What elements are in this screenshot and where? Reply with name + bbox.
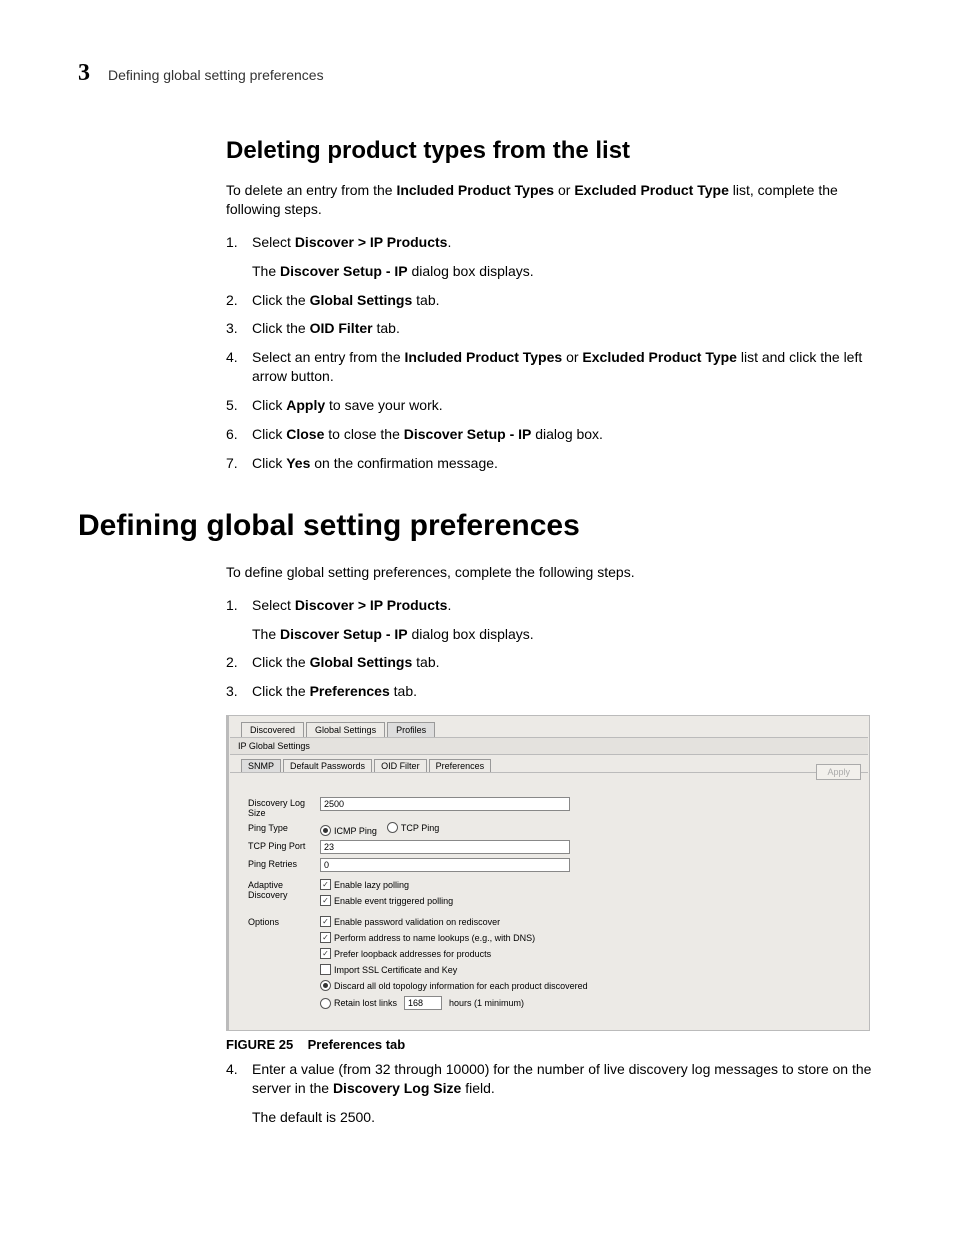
steps-list-continued: 4. Enter a value (from 32 through 10000)… <box>226 1060 876 1127</box>
label-ping-type: Ping Type <box>248 822 320 833</box>
input-retain-hours[interactable]: 168 <box>404 996 442 1010</box>
check-import-ssl[interactable]: Import SSL Certificate and Key <box>320 964 850 975</box>
input-discovery-log-size[interactable]: 2500 <box>320 797 570 811</box>
outer-tab-row: Discovered Global Settings Profiles <box>229 716 869 737</box>
radio-discard-topology[interactable]: Discard all old topology information for… <box>320 980 850 991</box>
input-tcp-ping-port[interactable]: 23 <box>320 840 570 854</box>
steps-list: 1. Select Discover > IP Products. The Di… <box>226 596 876 702</box>
label-options: Options <box>248 916 320 927</box>
check-enable-lazy-polling[interactable]: Enable lazy polling <box>320 879 850 890</box>
input-ping-retries[interactable]: 0 <box>320 858 570 872</box>
intro-paragraph: To define global setting preferences, co… <box>226 563 876 582</box>
label-adaptive-discovery: Adaptive Discovery <box>248 879 320 900</box>
figure-preferences-tab: Discovered Global Settings Profiles IP G… <box>226 715 876 1052</box>
h1-heading: Defining global setting preferences <box>78 509 876 543</box>
apply-button[interactable]: Apply <box>816 764 861 780</box>
section-heading: Deleting product types from the list <box>226 137 876 165</box>
tab-profiles[interactable]: Profiles <box>387 722 435 737</box>
running-header: 3 Defining global setting preferences <box>78 60 876 87</box>
intro-paragraph: To delete an entry from the Included Pro… <box>226 181 876 219</box>
steps-list: 1. Select Discover > IP Products. The Di… <box>226 233 876 473</box>
tab-global-settings[interactable]: Global Settings <box>306 722 385 737</box>
figure-caption: FIGURE 25 Preferences tab <box>226 1037 876 1052</box>
check-prefer-loopback[interactable]: Prefer loopback addresses for products <box>320 948 850 959</box>
radio-tcp-ping[interactable]: TCP Ping <box>387 822 439 833</box>
label-discovery-log-size: Discovery Log Size <box>248 797 320 818</box>
radio-icmp-ping[interactable]: ICMP Ping <box>320 825 377 836</box>
tab-preferences[interactable]: Preferences <box>429 759 492 772</box>
label-tcp-ping-port: TCP Ping Port <box>248 840 320 851</box>
running-header-text: Defining global setting preferences <box>108 67 324 83</box>
check-enable-event-polling[interactable]: Enable event triggered polling <box>320 895 850 906</box>
tab-oid-filter[interactable]: OID Filter <box>374 759 427 772</box>
tab-default-passwords[interactable]: Default Passwords <box>283 759 372 772</box>
check-password-validation[interactable]: Enable password validation on rediscover <box>320 916 850 927</box>
tab-discovered[interactable]: Discovered <box>241 722 304 737</box>
section-label: IP Global Settings <box>230 737 868 755</box>
chapter-number: 3 <box>78 60 90 87</box>
radio-retain-lost-links[interactable]: Retain lost links 168 hours (1 minimum) <box>320 996 850 1010</box>
check-name-lookups[interactable]: Perform address to name lookups (e.g., w… <box>320 932 850 943</box>
label-ping-retries: Ping Retries <box>248 858 320 869</box>
tab-snmp[interactable]: SNMP <box>241 759 281 772</box>
inner-tab-row: SNMP Default Passwords OID Filter Prefer… <box>229 755 869 772</box>
dialog-discover-setup: Discovered Global Settings Profiles IP G… <box>226 715 870 1031</box>
